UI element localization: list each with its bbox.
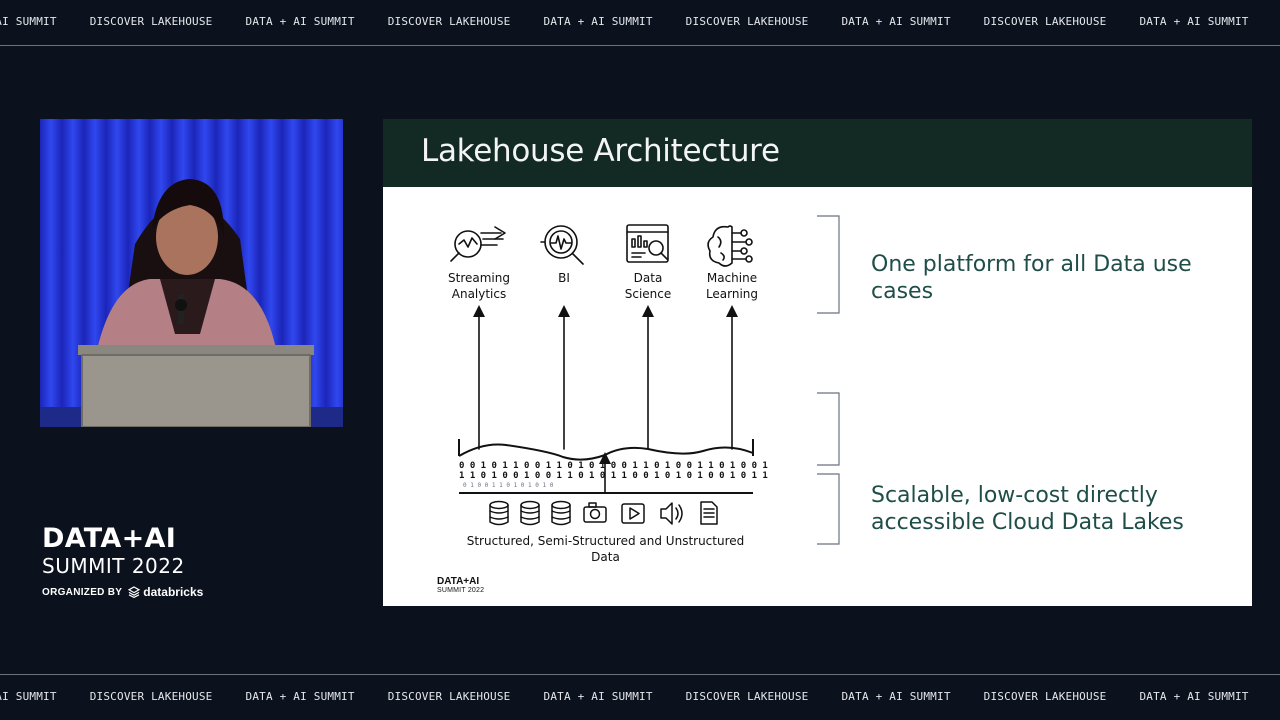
ticker-item: DISCOVER LAKEHOUSE xyxy=(387,15,511,28)
event-logo-line1: DATA+AI xyxy=(42,523,177,554)
sponsor-name: databricks xyxy=(143,585,204,599)
database-icon xyxy=(520,500,540,526)
data-caption-line1: Structured, Semi-Structured and Unstruct… xyxy=(466,534,745,548)
data-sources-caption: Structured, Semi-Structured and Unstruct… xyxy=(453,533,758,565)
slide-title: Lakehouse Architecture xyxy=(421,133,780,169)
ticker-item: DATA + AI SUMMIT xyxy=(841,15,951,28)
machine-learning-brain-icon xyxy=(707,225,753,267)
video-icon xyxy=(621,503,645,524)
database-icon xyxy=(489,500,509,526)
svg-text:0 1 0 0 1 1 0 1: 0 1 0 0 1 1 0 1 0 1 0 1 0 xyxy=(463,482,554,489)
ticker-item: A + AI SUMMIT xyxy=(0,690,57,703)
organized-by-label: ORGANIZED BY xyxy=(42,586,123,598)
presentation-slide: Lakehouse Architecture 0 0 1 0 1 1 0 0 1… xyxy=(383,119,1252,606)
claim-line1: Scalable, low-cost directly xyxy=(871,483,1158,508)
ticker-item: DISCOVER LAKEHOUSE xyxy=(983,690,1107,703)
use-case-machine-learning: Machine Learning xyxy=(692,270,772,302)
ticker-item: DISCOVER LAKEHOUSE xyxy=(387,690,511,703)
data-science-icon xyxy=(626,224,669,263)
top-ticker: A + AI SUMMIT DISCOVER LAKEHOUSE DATA + AI… xyxy=(0,0,1280,46)
claim-line2: accessible Cloud Data Lakes xyxy=(871,510,1184,535)
bottom-ticker: A + AI SUMMIT DISCOVER LAKEHOUSE DATA + AI… xyxy=(0,674,1280,720)
event-logo-line2: SUMMIT 2022 xyxy=(42,554,185,578)
ticker-item: DISCOVER LAKEHOUSE xyxy=(89,690,213,703)
slide-footer-logo: DATA+AI SUMMIT 2022 xyxy=(437,577,484,595)
ticker-item: DISCOVER LAKEHOUSE xyxy=(89,15,213,28)
svg-text:1 1 0 1 0 0 1 0 0 1 1 0 1 0 1: 1 1 0 1 0 0 1 0 0 1 1 0 1 0 1 1 0 0 1 0 … xyxy=(459,471,768,481)
footer-logo-line1: DATA+AI xyxy=(437,576,480,587)
data-caption-line2: Data xyxy=(591,550,620,564)
organized-by: ORGANIZED BY databricks xyxy=(42,585,212,599)
use-case-bi: BI xyxy=(524,270,604,286)
ticker-item: A + AI SUMMIT xyxy=(0,15,57,28)
use-case-label: Streaming xyxy=(448,271,510,285)
ticker-item: DATA + AI SUMMIT xyxy=(543,15,653,28)
slide-header: Lakehouse Architecture xyxy=(383,119,1252,187)
use-case-label: Machine xyxy=(706,271,758,285)
database-icon xyxy=(551,500,571,526)
footer-logo-line2: SUMMIT 2022 xyxy=(437,587,485,594)
ticker-item: DATA + AI SUMMIT xyxy=(1139,690,1249,703)
ticker-item: DATA + AI SUMMIT xyxy=(1139,15,1249,28)
ticker-item: DISCOVER LAKEHOUSE xyxy=(685,15,809,28)
use-case-label: Science xyxy=(624,287,672,301)
claim-cloud-data-lakes: Scalable, low-cost directly accessible C… xyxy=(871,482,1184,536)
ticker-item: DATA + AI SUMMIT xyxy=(245,15,355,28)
bi-magnifier-icon xyxy=(540,225,584,265)
databricks-logo-icon xyxy=(128,586,141,598)
ticker-item: DATA + AI SUMMIT xyxy=(543,690,653,703)
speaker-video xyxy=(40,119,343,427)
streaming-analytics-icon xyxy=(450,226,506,262)
ticker-item: DISCOVER LAKEHOUSE xyxy=(685,690,809,703)
use-case-label: Analytics xyxy=(451,287,507,301)
ticker-item: DATA + AI SUMMIT xyxy=(841,690,951,703)
lakehouse-diagram: 0 0 1 0 1 1 0 0 1 1 0 1 0 1 0 0 1 1 0 1 … xyxy=(383,187,1252,606)
audio-icon xyxy=(660,502,683,525)
claim-one-platform: One platform for all Data use cases xyxy=(871,252,1192,304)
document-icon xyxy=(700,501,718,525)
speaker-video-frame xyxy=(40,119,343,427)
svg-text:0 0 1 0 1 1 0 0 1 1 0 1 0 1 0: 0 0 1 0 1 1 0 0 1 1 0 1 0 1 0 0 1 1 0 1 … xyxy=(459,461,768,471)
event-logo: DATA+AI SUMMIT 2022 ORGANIZED BY databri… xyxy=(42,523,212,600)
bottom-ticker-track: A + AI SUMMIT DISCOVER LAKEHOUSE DATA + AI… xyxy=(0,690,1280,703)
use-case-label: Data xyxy=(633,271,663,285)
use-case-label: BI xyxy=(558,271,570,285)
use-case-label: Learning xyxy=(705,287,759,301)
top-ticker-track: A + AI SUMMIT DISCOVER LAKEHOUSE DATA + AI… xyxy=(0,15,1280,28)
use-case-streaming-analytics: Streaming Analytics xyxy=(439,270,519,302)
use-case-data-science: Data Science xyxy=(608,270,688,302)
camera-icon xyxy=(583,502,607,523)
ticker-item: DISCOVER LAKEHOUSE xyxy=(983,15,1107,28)
ticker-item: DATA + AI SUMMIT xyxy=(245,690,355,703)
